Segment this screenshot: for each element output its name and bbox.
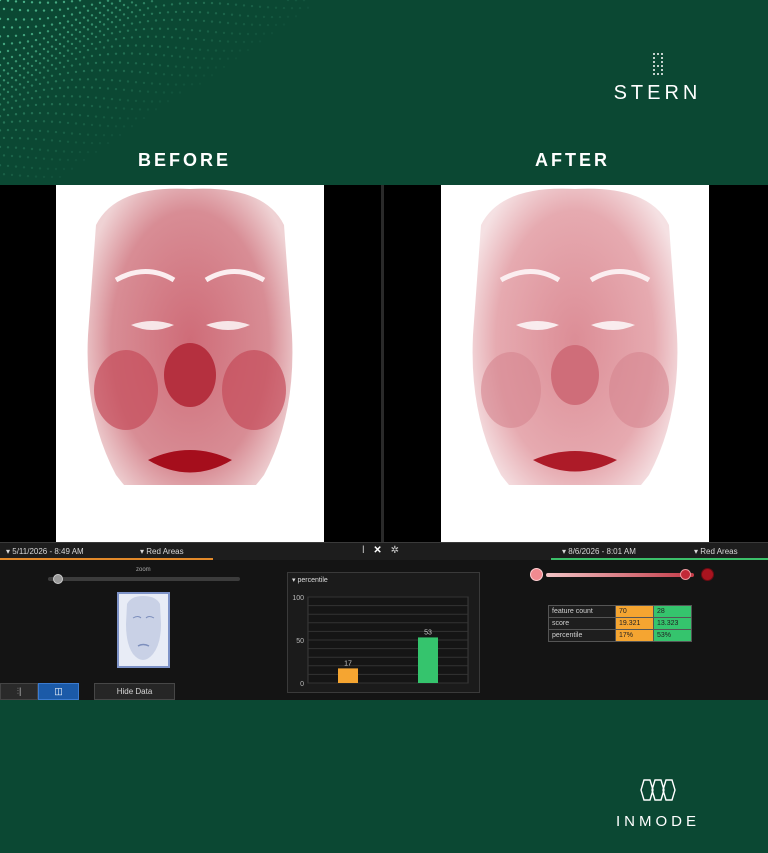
after-label: AFTER (535, 150, 610, 170)
metrics-row: score 19.321 13.323 (548, 617, 692, 630)
hero-header: STERN BEFORE AFTER (0, 0, 768, 185)
footer: INMODE (0, 700, 768, 853)
right-mode: Red Areas (700, 547, 738, 556)
chart-y-tick-label: 50 (296, 638, 304, 645)
inmode-mark-icon (640, 779, 676, 801)
chart-data-label: 17 (344, 660, 352, 667)
metrics-cell-before: 19.321 (615, 617, 654, 630)
metrics-cell-before: 70 (615, 605, 654, 618)
info-icon[interactable]: ǀ (362, 545, 365, 556)
threshold-track[interactable] (546, 573, 694, 577)
before-photo-panel[interactable] (0, 185, 381, 542)
split-view-button[interactable]: ⫶| (0, 683, 38, 700)
metrics-table: feature count 70 28 score 19.321 13.323 percen… (548, 605, 692, 642)
left-mode-dropdown[interactable]: ▾ Red Areas (140, 547, 184, 556)
zoom-slider[interactable] (48, 577, 240, 581)
single-view-button[interactable]: ◫ (38, 683, 79, 700)
left-date: 5/11/2026 - 8:49 AM (12, 547, 84, 556)
after-face-image (441, 185, 709, 542)
chart-y-tick-label: 100 (292, 595, 304, 602)
metrics-cell-after: 53% (653, 629, 692, 642)
chart-title-text: percentile (297, 577, 328, 584)
split-view-icon: ⫶| (16, 686, 22, 696)
chart-bar (418, 637, 438, 683)
dot-wave-pattern (0, 0, 310, 179)
toolbar-icons: ǀ ✕ ✲ (362, 545, 405, 556)
chart-y-tick-label: 0 (300, 681, 304, 688)
inmode-logo: INMODE (598, 776, 718, 830)
left-mode: Red Areas (146, 547, 184, 556)
chart-bar (338, 668, 358, 683)
before-label: BEFORE (138, 150, 232, 170)
zoom-slider-handle[interactable] (53, 574, 63, 584)
threshold-max-handle[interactable] (680, 569, 691, 580)
analysis-panel: zoom ⫶| ◫ Hide Data ▾ percentile 0 50 100 1… (0, 560, 768, 700)
chart-data-label: 53 (424, 629, 432, 636)
hide-data-button[interactable]: Hide Data (94, 683, 175, 700)
threshold-slider[interactable] (530, 568, 715, 582)
metrics-cell-label: percentile (548, 629, 616, 642)
metrics-row: feature count 70 28 (548, 605, 692, 618)
metrics-cell-label: score (548, 617, 616, 630)
brand-name: STERN (613, 82, 702, 104)
comparison-viewer: ▾ 5/11/2026 - 8:49 AM ▾ Red Areas ǀ ✕ ✲ … (0, 185, 768, 700)
after-photo-panel[interactable] (384, 185, 768, 542)
right-date-dropdown[interactable]: ▾ 8/6/2026 - 8:01 AM (562, 547, 636, 556)
left-date-dropdown[interactable]: ▾ 5/11/2026 - 8:49 AM (6, 547, 84, 556)
close-icon[interactable]: ✕ (373, 545, 381, 556)
chart-title[interactable]: ▾ percentile (292, 576, 328, 584)
threshold-min-handle[interactable] (530, 568, 543, 581)
zoom-label: zoom (136, 567, 151, 573)
metrics-cell-before: 17% (615, 629, 654, 642)
face-thumbnail[interactable] (117, 592, 170, 668)
settings-icon[interactable]: ✲ (391, 545, 399, 556)
percentile-chart: ▾ percentile 0 50 100 17 53 (287, 572, 480, 693)
footer-brand: INMODE (616, 813, 700, 830)
metrics-cell-after: 13.323 (653, 617, 692, 630)
stern-logo: STERN (600, 52, 715, 105)
threshold-color-swatch[interactable] (701, 568, 714, 581)
right-mode-dropdown[interactable]: ▾ Red Areas (694, 547, 738, 556)
metrics-cell-after: 28 (653, 605, 692, 618)
metrics-row: percentile 17% 53% (548, 629, 692, 642)
percentile-chart-svg: 0 50 100 17 53 (292, 595, 469, 688)
right-date: 8/6/2026 - 8:01 AM (568, 547, 636, 556)
before-face-image (56, 185, 324, 542)
status-bar: ▾ 5/11/2026 - 8:49 AM ▾ Red Areas ǀ ✕ ✲ … (0, 542, 768, 560)
stern-mark-icon (652, 53, 663, 75)
single-view-icon: ◫ (54, 686, 63, 696)
metrics-cell-label: feature count (548, 605, 616, 618)
